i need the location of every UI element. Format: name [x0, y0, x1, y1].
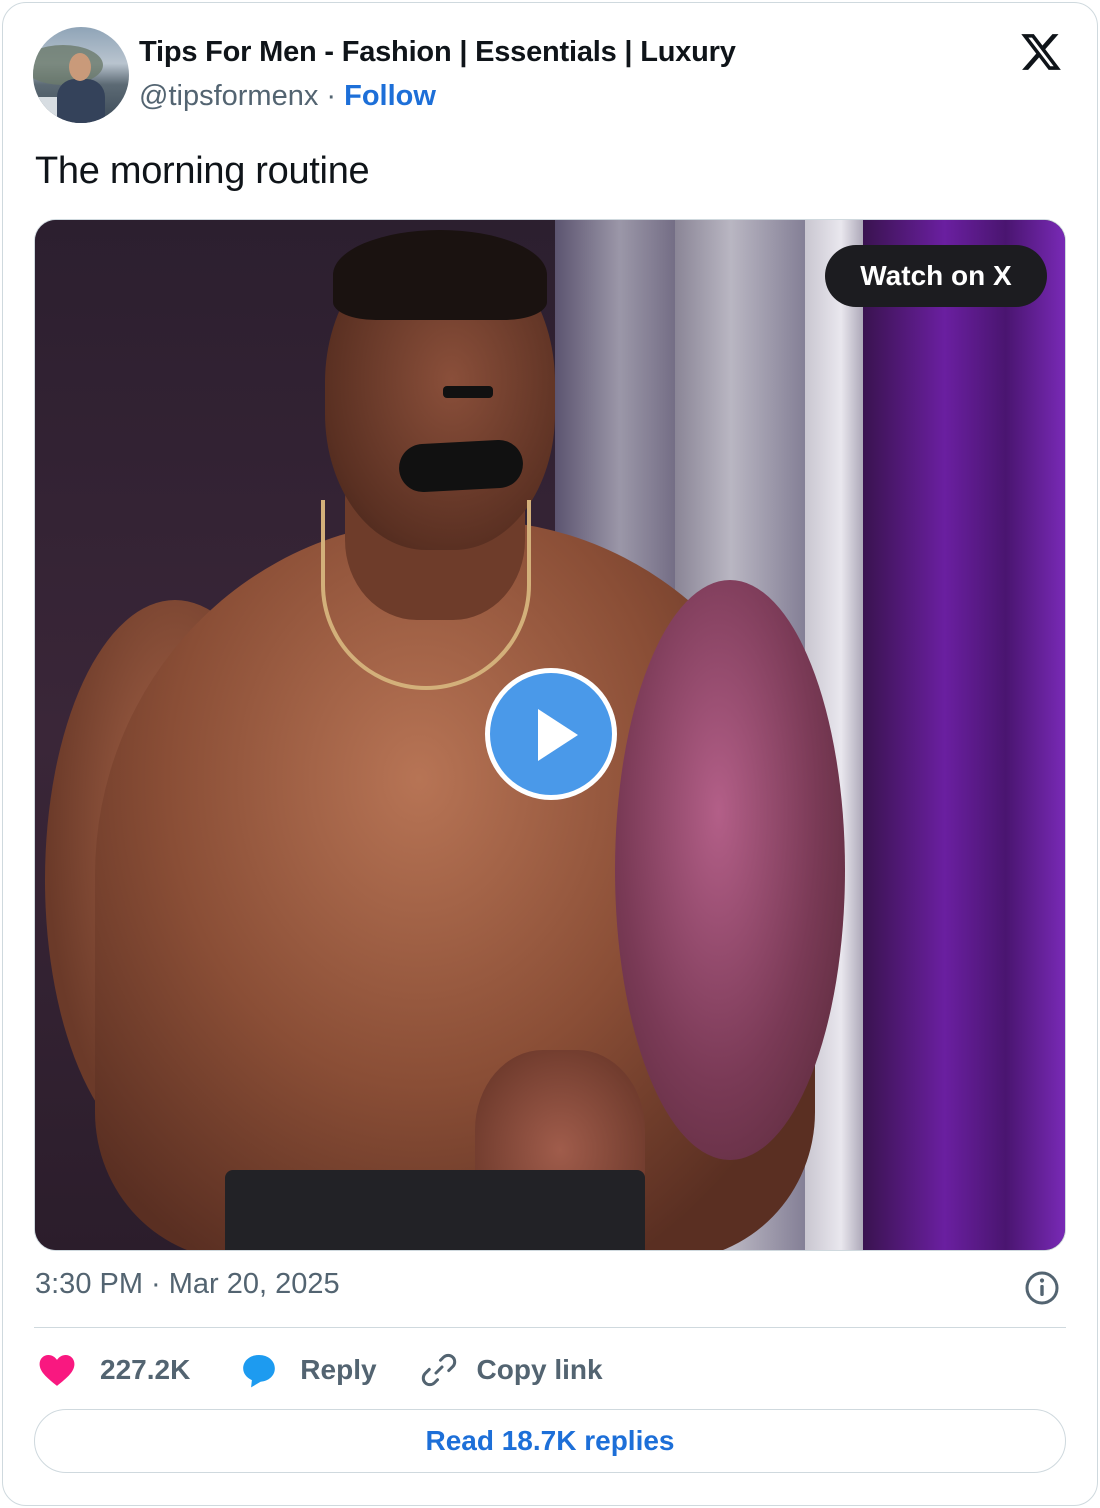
like-count: 227.2K [100, 1354, 191, 1385]
author-handle-row: @tipsformenx · Follow [139, 80, 436, 113]
reply-label: Reply [300, 1354, 377, 1385]
info-icon[interactable] [1024, 1270, 1060, 1306]
tweet-timestamp[interactable]: 3:30 PM · Mar 20, 2025 [35, 1268, 340, 1301]
author-display-name[interactable]: Tips For Men - Fashion | Essentials | Lu… [139, 36, 736, 69]
copy-link-button[interactable]: Copy link [421, 1352, 603, 1388]
author-handle[interactable]: @tipsformenx [139, 80, 318, 112]
reply-button[interactable]: Reply [240, 1351, 377, 1389]
heart-icon [39, 1354, 75, 1386]
handle-separator: · [326, 80, 337, 112]
play-icon [538, 709, 578, 761]
play-button[interactable] [485, 668, 617, 800]
like-button[interactable]: 227.2K [38, 1352, 190, 1388]
copy-link-label: Copy link [476, 1354, 603, 1385]
link-icon [421, 1353, 456, 1387]
watch-on-x-button[interactable]: Watch on X [825, 245, 1047, 307]
tweet-text: The morning routine [35, 150, 370, 192]
author-avatar[interactable] [33, 27, 129, 123]
divider [34, 1327, 1066, 1328]
reply-bubble-icon [243, 1354, 276, 1388]
read-replies-button[interactable]: Read 18.7K replies [34, 1409, 1066, 1473]
x-logo-icon[interactable] [1018, 30, 1064, 74]
video-media[interactable]: Watch on X [34, 219, 1066, 1251]
action-bar: 227.2K Reply Copy link [38, 1348, 603, 1392]
follow-button[interactable]: Follow [344, 80, 436, 112]
